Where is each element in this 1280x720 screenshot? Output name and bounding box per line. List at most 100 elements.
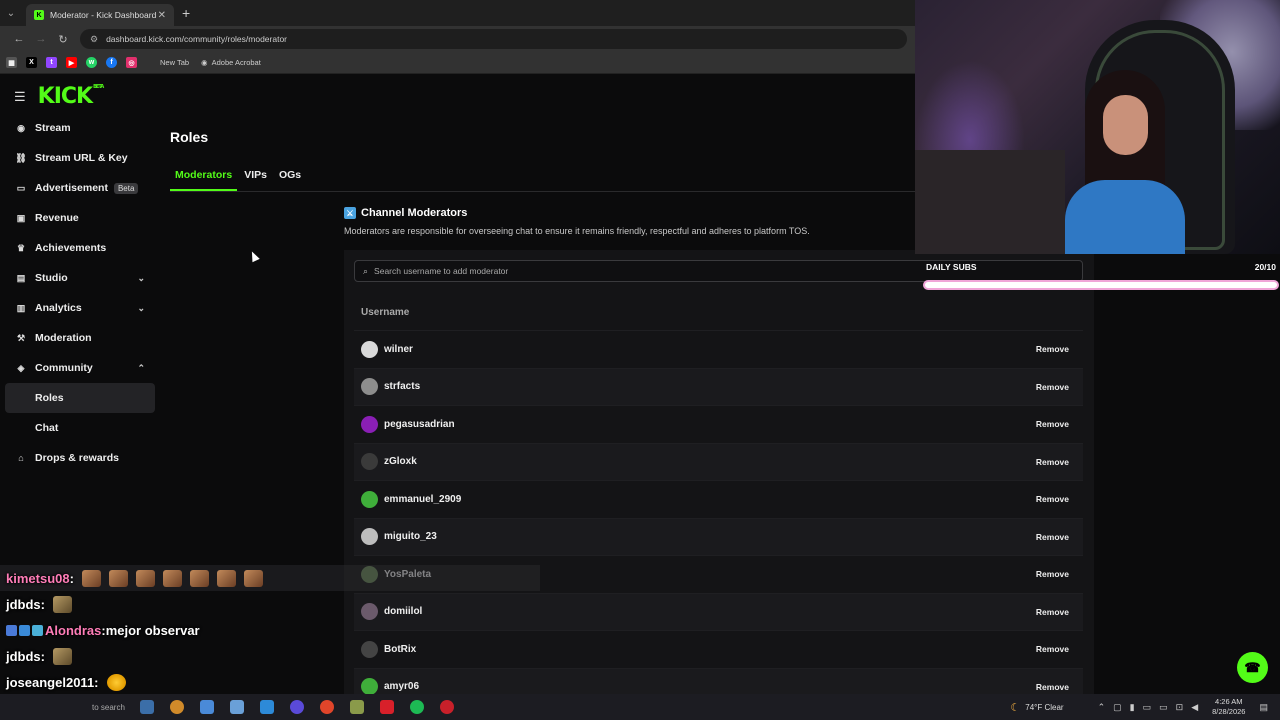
moderator-username[interactable]: strfacts [384, 381, 420, 392]
chat-username[interactable]: jdbds [6, 649, 41, 664]
remove-button[interactable]: Remove [1036, 494, 1069, 504]
taskbar-app-icon[interactable] [200, 700, 214, 714]
chat-badge-icon [19, 624, 30, 636]
sidebar-item-studio[interactable]: ▤ Studio ⌄ [5, 263, 155, 293]
taskbar-chrome-icon[interactable] [320, 700, 334, 714]
taskbar-app-icon[interactable] [290, 700, 304, 714]
link-icon: ⛓ [15, 152, 27, 163]
remove-button[interactable]: Remove [1036, 457, 1069, 467]
url-field[interactable]: ⚙ dashboard.kick.com/community/roles/mod… [80, 29, 907, 49]
volume-icon[interactable]: ◀ [1191, 702, 1198, 713]
moderator-username[interactable]: pegasusadrian [384, 419, 455, 430]
remove-button[interactable]: Remove [1036, 569, 1069, 579]
taskbar-app-icon[interactable] [350, 700, 364, 714]
sidebar-item-stream-url[interactable]: ⛓ Stream URL & Key [5, 143, 155, 173]
taskbar-file-explorer-icon[interactable] [230, 700, 244, 714]
subs-goal-count: 20/10 [1254, 262, 1276, 272]
instagram-icon[interactable]: ◎ [126, 57, 137, 68]
weather-widget[interactable]: ☾ 74°F Clear [1010, 701, 1063, 714]
remove-button[interactable]: Remove [1036, 644, 1069, 654]
chat-username[interactable]: kimetsu08 [6, 571, 70, 586]
sidebar-item-label: Achievements [35, 242, 107, 254]
twitch-icon[interactable]: t [46, 57, 57, 68]
new-tab-button[interactable]: + [182, 0, 190, 26]
taskbar-app-icon[interactable] [440, 700, 454, 714]
network-icon[interactable]: ▭ [1159, 702, 1168, 713]
remove-button[interactable]: Remove [1036, 382, 1069, 392]
remove-button[interactable]: Remove [1036, 344, 1069, 354]
moderator-username[interactable]: emmanuel_2909 [384, 494, 461, 505]
taskbar-app-icon[interactable] [260, 700, 274, 714]
chat-username[interactable]: Alondras [45, 623, 101, 638]
kick-logo[interactable]: KICKBETA [38, 84, 105, 109]
forward-icon[interactable]: → [30, 33, 52, 45]
browser-tab[interactable]: K Moderator - Kick Dashboard ✕ [26, 4, 174, 26]
tray-app-icon[interactable]: ⊡ [1176, 702, 1184, 713]
sidebar-item-revenue[interactable]: ▣ Revenue [5, 203, 155, 233]
remove-button[interactable]: Remove [1036, 682, 1069, 692]
whatsapp-icon[interactable]: w [86, 57, 97, 68]
sidebar-item-stream[interactable]: ◉ Stream [5, 113, 155, 143]
chevron-up-icon[interactable]: ⌃ [1098, 702, 1106, 713]
notifications-icon[interactable]: ▤ [1259, 702, 1268, 713]
back-icon[interactable]: ← [8, 33, 30, 45]
tab-vips[interactable]: VIPs [239, 169, 272, 191]
moderator-username[interactable]: wilner [384, 344, 413, 355]
menu-icon[interactable]: ☰ [14, 89, 26, 105]
taskbar-spotify-icon[interactable] [410, 700, 424, 714]
sidebar-item-advertisement[interactable]: ▭ Advertisement Beta [5, 173, 155, 203]
bookmark-new-tab[interactable]: New Tab [160, 58, 189, 67]
youtube-icon[interactable]: ▶ [66, 57, 77, 68]
chat-emote-icon [106, 673, 126, 691]
remove-button[interactable]: Remove [1036, 419, 1069, 429]
microphone-icon[interactable]: ▮ [1130, 702, 1135, 713]
url-text: dashboard.kick.com/community/roles/moder… [106, 34, 288, 44]
section-title: Channel Moderators [361, 207, 468, 219]
chat-badge-icon [32, 624, 43, 636]
sidebar-item-achievements[interactable]: ♛ Achievements [5, 233, 155, 263]
chevron-up-icon[interactable]: ⌃ [137, 363, 145, 374]
sidebar-item-label: Community [35, 362, 93, 374]
bookmark-adobe-acrobat[interactable]: ◉ Adobe Acrobat [201, 58, 261, 67]
taskbar-app-icon[interactable] [380, 700, 394, 714]
remove-button[interactable]: Remove [1036, 607, 1069, 617]
avatar [361, 378, 378, 396]
apps-icon[interactable]: ▦ [6, 57, 17, 68]
sidebar-item-community[interactable]: ◈ Community ⌃ [5, 353, 155, 383]
tab-search-icon[interactable]: ⌄ [0, 0, 22, 26]
sidebar-item-analytics[interactable]: ▥ Analytics ⌄ [5, 293, 155, 323]
community-icon: ◈ [17, 362, 25, 373]
remove-button[interactable]: Remove [1036, 532, 1069, 542]
tabs-divider [170, 191, 915, 192]
chat-badge-icon [6, 624, 17, 636]
chat-message: joseangel2011 : [0, 669, 540, 695]
tab-ogs[interactable]: OGs [274, 169, 306, 191]
sidebar-item-chat[interactable]: Chat [5, 413, 155, 443]
sidebar-item-roles[interactable]: Roles [5, 383, 155, 413]
x-icon[interactable]: X [26, 57, 37, 68]
clock-date: 8/28/2026 [1212, 707, 1246, 716]
chat-emote-icon [162, 569, 182, 587]
taskbar-app-icon[interactable] [140, 700, 154, 714]
support-chat-button[interactable]: ☎ [1237, 652, 1268, 683]
tab-close-icon[interactable]: ✕ [158, 10, 166, 21]
tray-app-icon[interactable]: ▭ [1143, 702, 1152, 713]
tray-app-icon[interactable]: ▢ [1113, 702, 1122, 713]
chat-username[interactable]: jdbds [6, 597, 41, 612]
chevron-down-icon[interactable]: ⌄ [137, 273, 145, 284]
facebook-icon[interactable]: f [106, 57, 117, 68]
chat-username[interactable]: joseangel2011 [6, 675, 94, 690]
chevron-down-icon[interactable]: ⌄ [137, 303, 145, 314]
sidebar-item-moderation[interactable]: ⚒ Moderation [5, 323, 155, 353]
tab-moderators[interactable]: Moderators [170, 169, 238, 191]
moderator-username[interactable]: zGloxk [384, 456, 417, 467]
site-info-icon[interactable]: ⚙ [90, 34, 98, 45]
sidebar-item-drops[interactable]: ⌂ Drops & rewards [5, 443, 155, 473]
reload-icon[interactable]: ↻ [52, 33, 74, 46]
taskbar-search[interactable]: to search [92, 703, 132, 712]
clock[interactable]: 4:26 AM 8/28/2026 [1212, 697, 1245, 717]
taskbar-app-icon[interactable] [170, 700, 184, 714]
search-icon: ⌕ [363, 265, 369, 276]
moderator-username[interactable]: miguito_23 [384, 531, 437, 542]
chat-message: jdbds : [0, 591, 540, 617]
